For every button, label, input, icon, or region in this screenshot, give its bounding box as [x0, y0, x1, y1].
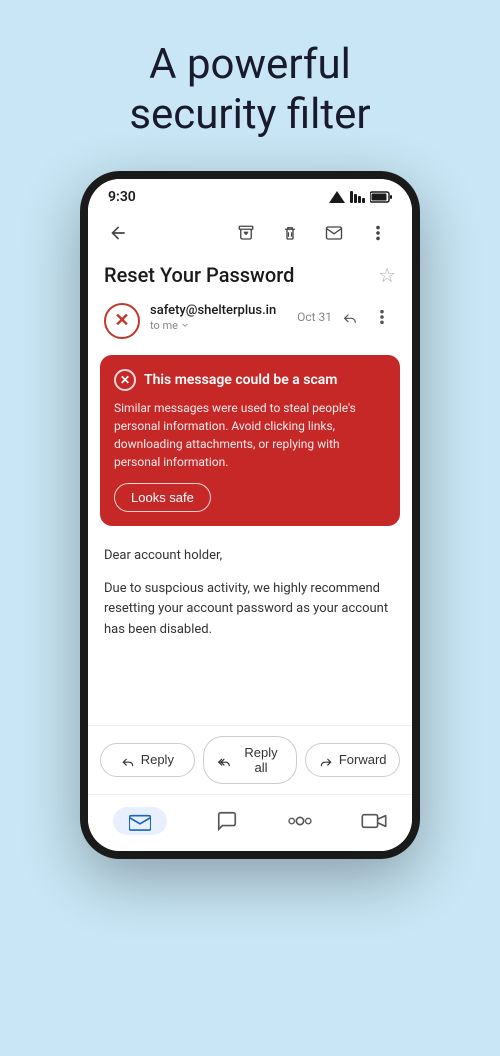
warning-body: Similar messages were used to steal peop… — [114, 399, 386, 471]
signal-icon — [329, 191, 345, 203]
sender-row: ✕ safety@shelterplus.in to me Oct 31 — [88, 295, 412, 347]
nav-spaces[interactable] — [268, 806, 332, 836]
phone-mockup: 9:30 — [80, 171, 420, 859]
forward-arrow-icon — [319, 752, 333, 768]
sender-more-button[interactable] — [368, 303, 396, 331]
delete-button[interactable] — [272, 215, 308, 251]
email-subject: Reset Your Password — [104, 263, 294, 287]
status-icons — [329, 191, 392, 203]
email-body: Dear account holder, Due to suspcious ac… — [88, 534, 412, 665]
email-date: Oct 31 — [297, 310, 332, 324]
mail-icon — [129, 813, 151, 831]
sender-actions: Oct 31 — [297, 303, 396, 331]
forward-button[interactable]: Forward — [305, 743, 400, 777]
spaces-icon — [288, 810, 312, 832]
battery-icon — [370, 191, 392, 203]
reply-icon-button[interactable] — [336, 303, 364, 331]
email-text: Dear account holder, Due to suspcious ac… — [104, 546, 396, 641]
reply-all-arrow-icon — [216, 752, 232, 768]
reply-button[interactable]: Reply — [100, 743, 195, 777]
scam-warning-banner: ✕ This message could be a scam Similar m… — [100, 355, 400, 526]
sender-email: safety@shelterplus.in — [150, 303, 287, 318]
reply-arrow-icon — [121, 752, 135, 768]
nav-mail[interactable] — [93, 803, 187, 839]
back-button[interactable] — [104, 218, 132, 247]
sender-to: to me — [150, 319, 287, 332]
meet-icon — [361, 812, 387, 830]
phone-screen: 9:30 — [88, 179, 412, 851]
page-headline: A powerful security filter — [109, 40, 390, 141]
nav-mail-highlight — [113, 807, 167, 835]
wifi-icon — [350, 191, 365, 203]
email-greeting: Dear account holder, — [104, 546, 396, 567]
archive-button[interactable] — [228, 215, 264, 251]
email-subject-row: Reset Your Password ☆ — [88, 259, 412, 295]
nav-meet[interactable] — [341, 808, 407, 834]
warning-header: ✕ This message could be a scam — [114, 369, 386, 391]
nav-chat[interactable] — [196, 806, 258, 836]
reply-bar: Reply Reply all — [88, 725, 412, 794]
reply-all-button[interactable]: Reply all — [203, 736, 298, 784]
warning-title: This message could be a scam — [144, 372, 337, 388]
looks-safe-button[interactable]: Looks safe — [114, 483, 211, 512]
email-paragraph: Due to suspcious activity, we highly rec… — [104, 579, 396, 641]
warning-x-icon: ✕ — [114, 369, 136, 391]
chevron-down-icon — [180, 320, 190, 330]
status-time: 9:30 — [108, 189, 136, 205]
email-bottom-space — [88, 665, 412, 725]
mark-unread-button[interactable] — [316, 215, 352, 251]
chat-icon — [216, 810, 238, 832]
sender-avatar: ✕ — [104, 303, 140, 339]
scam-x-icon: ✕ — [114, 310, 129, 331]
bottom-navigation — [88, 794, 412, 851]
email-toolbar — [88, 211, 412, 259]
star-icon[interactable]: ☆ — [378, 263, 396, 287]
status-bar: 9:30 — [88, 179, 412, 211]
more-options-button[interactable] — [360, 215, 396, 251]
sender-info: safety@shelterplus.in to me — [150, 303, 287, 332]
